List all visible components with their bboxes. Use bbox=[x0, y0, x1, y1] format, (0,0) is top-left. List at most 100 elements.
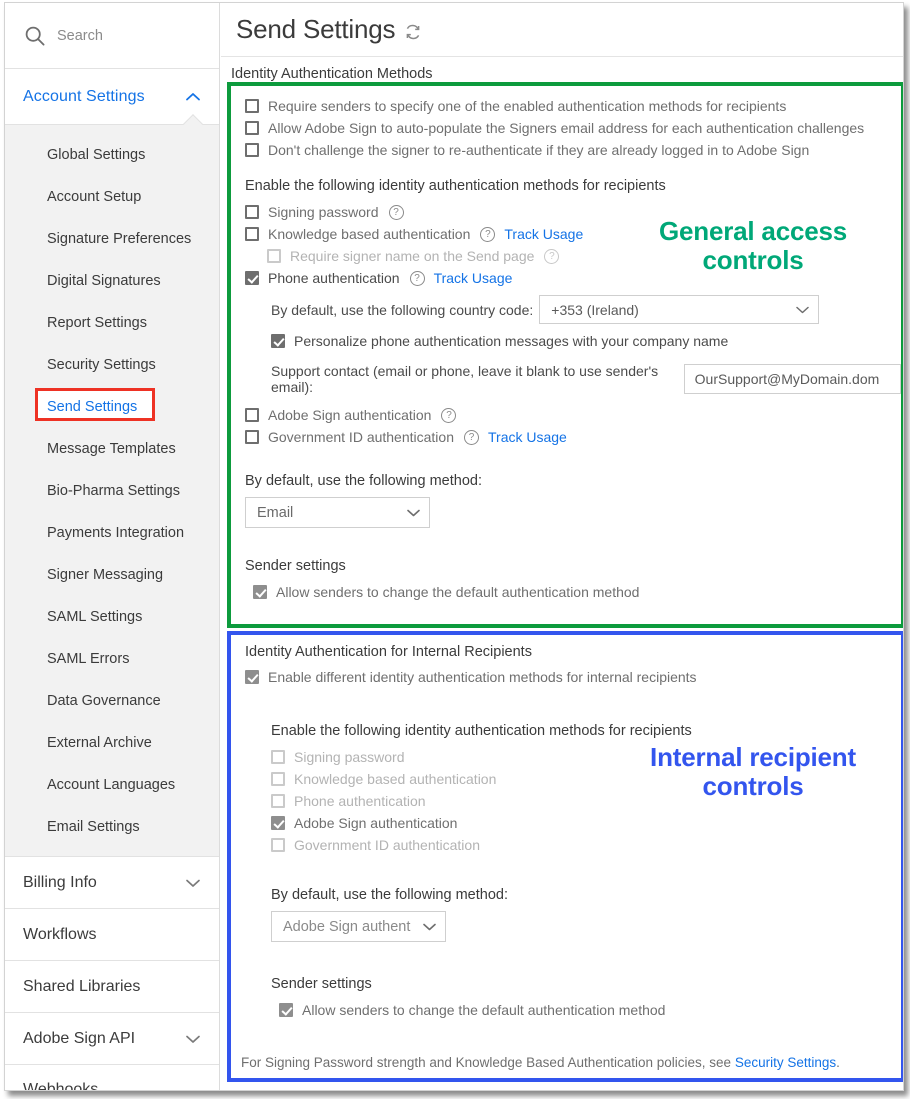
sidebar-item-label: Send Settings bbox=[47, 399, 138, 415]
checkbox-checked-icon[interactable] bbox=[253, 585, 267, 599]
method-label: Knowledge based authentication bbox=[268, 226, 471, 242]
option-require-senders-specify[interactable]: Require senders to specify one of the en… bbox=[245, 96, 901, 116]
checkbox-unchecked-icon[interactable] bbox=[245, 99, 259, 113]
security-settings-link[interactable]: Security Settings bbox=[735, 1055, 836, 1070]
chevron-down-icon bbox=[185, 1034, 201, 1044]
method-government-id-authentication[interactable]: Government ID authentication ? Track Usa… bbox=[245, 427, 901, 447]
internal-method-government-id-authentication[interactable]: Government ID authentication bbox=[271, 835, 901, 855]
option-label: Allow Adobe Sign to auto-populate the Si… bbox=[268, 120, 865, 136]
sidebar-item-signature-preferences[interactable]: Signature Preferences bbox=[5, 218, 219, 260]
footer-note-text: For Signing Password strength and Knowle… bbox=[241, 1055, 735, 1070]
checkbox-unchecked-icon[interactable] bbox=[271, 794, 285, 808]
sidebar-item-signer-messaging[interactable]: Signer Messaging bbox=[5, 554, 219, 596]
checkbox-unchecked-icon[interactable] bbox=[245, 143, 259, 157]
support-contact-value: OurSupport@MyDomain.dom bbox=[694, 371, 880, 387]
checkbox-unchecked-icon[interactable] bbox=[245, 430, 259, 444]
sidebar-sub-list: Global Settings Account Setup Signature … bbox=[5, 125, 219, 856]
help-icon[interactable]: ? bbox=[409, 271, 425, 286]
support-contact-input[interactable]: OurSupport@MyDomain.dom bbox=[683, 364, 901, 394]
chevron-down-icon bbox=[185, 878, 201, 888]
sidebar-item-label: Message Templates bbox=[47, 441, 176, 457]
sidebar-section-shared-libraries[interactable]: Shared Libraries bbox=[5, 960, 219, 1012]
sidebar-item-label: SAML Settings bbox=[47, 609, 143, 625]
checkbox-unchecked-icon[interactable] bbox=[245, 205, 259, 219]
internal-default-method-select[interactable]: Adobe Sign authentication bbox=[271, 911, 446, 942]
checkbox-unchecked-icon[interactable] bbox=[245, 227, 259, 241]
option-enable-different-methods-internal[interactable]: Enable different identity authentication… bbox=[245, 667, 901, 687]
option-label: Require senders to specify one of the en… bbox=[268, 98, 787, 114]
sidebar-item-message-templates[interactable]: Message Templates bbox=[5, 428, 219, 470]
checkbox-unchecked-icon[interactable] bbox=[271, 750, 285, 764]
checkbox-unchecked-icon[interactable] bbox=[271, 838, 285, 852]
app-window: Search Account Settings Global Settings … bbox=[4, 2, 904, 1091]
option-label: Personalize phone authentication message… bbox=[294, 333, 729, 349]
sidebar-item-account-languages[interactable]: Account Languages bbox=[5, 764, 219, 806]
sidebar-item-send-settings[interactable]: Send Settings bbox=[5, 386, 219, 428]
sidebar-item-label: Bio-Pharma Settings bbox=[47, 483, 180, 499]
option-auto-populate-signer-email[interactable]: Allow Adobe Sign to auto-populate the Si… bbox=[245, 118, 901, 138]
sidebar-section-label: Workflows bbox=[23, 925, 97, 943]
refresh-icon[interactable] bbox=[404, 23, 422, 41]
sidebar-item-external-archive[interactable]: External Archive bbox=[5, 722, 219, 764]
track-usage-link[interactable]: Track Usage bbox=[488, 427, 567, 447]
checkbox-checked-icon[interactable] bbox=[271, 816, 285, 830]
checkbox-unchecked-icon[interactable] bbox=[245, 121, 259, 135]
track-usage-link[interactable]: Track Usage bbox=[504, 224, 583, 244]
sidebar-item-digital-signatures[interactable]: Digital Signatures bbox=[5, 260, 219, 302]
checkbox-checked-icon[interactable] bbox=[279, 1003, 293, 1017]
checkbox-unchecked-icon[interactable] bbox=[245, 408, 259, 422]
option-dont-challenge-logged-in[interactable]: Don't challenge the signer to re-authent… bbox=[245, 140, 901, 160]
sidebar-item-bio-pharma-settings[interactable]: Bio-Pharma Settings bbox=[5, 470, 219, 512]
checkbox-checked-icon[interactable] bbox=[271, 334, 285, 348]
checkbox-checked-icon[interactable] bbox=[245, 670, 259, 684]
option-personalize-phone-messages[interactable]: Personalize phone authentication message… bbox=[271, 331, 901, 351]
track-usage-link[interactable]: Track Usage bbox=[434, 268, 513, 288]
sidebar-section-workflows[interactable]: Workflows bbox=[5, 908, 219, 960]
help-icon[interactable]: ? bbox=[388, 205, 404, 220]
help-icon[interactable]: ? bbox=[544, 249, 560, 264]
sidebar-item-saml-settings[interactable]: SAML Settings bbox=[5, 596, 219, 638]
internal-sender-settings-title: Sender settings bbox=[271, 976, 372, 992]
footer-note: For Signing Password strength and Knowle… bbox=[241, 1055, 840, 1070]
checkbox-unchecked-icon[interactable] bbox=[271, 772, 285, 786]
sidebar-item-label: Data Governance bbox=[47, 693, 161, 709]
sidebar-section-account-settings[interactable]: Account Settings bbox=[5, 69, 219, 125]
sidebar-section-adobe-sign-api[interactable]: Adobe Sign API bbox=[5, 1012, 219, 1064]
sidebar: Search Account Settings Global Settings … bbox=[5, 3, 220, 1090]
sidebar-item-label: Signer Messaging bbox=[47, 567, 164, 583]
method-adobe-sign-authentication[interactable]: Adobe Sign authentication ? bbox=[245, 405, 901, 425]
general-access-inner: Require senders to specify one of the en… bbox=[231, 86, 901, 602]
sidebar-item-saml-errors[interactable]: SAML Errors bbox=[5, 638, 219, 680]
default-method-select[interactable]: Email bbox=[245, 497, 430, 528]
annotation-internal-recipient-controls: Internal recipient controls bbox=[603, 742, 903, 802]
checkbox-checked-icon[interactable] bbox=[245, 271, 259, 285]
sidebar-section-webhooks[interactable]: Webhooks bbox=[5, 1064, 219, 1090]
sidebar-item-payments-integration[interactable]: Payments Integration bbox=[5, 512, 219, 554]
internal-default-method-value: Adobe Sign authentication bbox=[283, 918, 411, 935]
help-icon[interactable]: ? bbox=[441, 408, 457, 423]
method-label: Signing password bbox=[294, 749, 405, 765]
method-label: Adobe Sign authentication bbox=[268, 407, 432, 423]
help-icon[interactable]: ? bbox=[464, 430, 479, 445]
sidebar-item-security-settings[interactable]: Security Settings bbox=[5, 344, 219, 386]
default-method-value: Email bbox=[257, 504, 294, 521]
option-allow-senders-change-default[interactable]: Allow senders to change the default auth… bbox=[253, 582, 901, 602]
method-label: Require signer name on the Send page bbox=[290, 248, 535, 264]
country-code-select[interactable]: +353 (Ireland) bbox=[539, 295, 820, 324]
sidebar-item-data-governance[interactable]: Data Governance bbox=[5, 680, 219, 722]
checkbox-unchecked-icon[interactable] bbox=[267, 249, 281, 263]
search-input[interactable]: Search bbox=[5, 3, 219, 69]
sidebar-item-label: Email Settings bbox=[47, 819, 140, 835]
sidebar-item-email-settings[interactable]: Email Settings bbox=[5, 806, 219, 848]
internal-method-adobe-sign-authentication[interactable]: Adobe Sign authentication bbox=[271, 813, 901, 833]
annotation-line-1: Internal recipient bbox=[650, 742, 856, 772]
sidebar-item-report-settings[interactable]: Report Settings bbox=[5, 302, 219, 344]
method-label: Knowledge based authentication bbox=[294, 771, 497, 787]
sidebar-item-global-settings[interactable]: Global Settings bbox=[5, 134, 219, 176]
sidebar-section-billing-info[interactable]: Billing Info bbox=[5, 856, 219, 908]
annotation-line-2: controls bbox=[702, 771, 804, 802]
sidebar-item-label: External Archive bbox=[47, 735, 152, 751]
help-icon[interactable]: ? bbox=[480, 227, 496, 242]
internal-option-allow-senders-change-default[interactable]: Allow senders to change the default auth… bbox=[279, 1000, 901, 1020]
sidebar-item-account-setup[interactable]: Account Setup bbox=[5, 176, 219, 218]
